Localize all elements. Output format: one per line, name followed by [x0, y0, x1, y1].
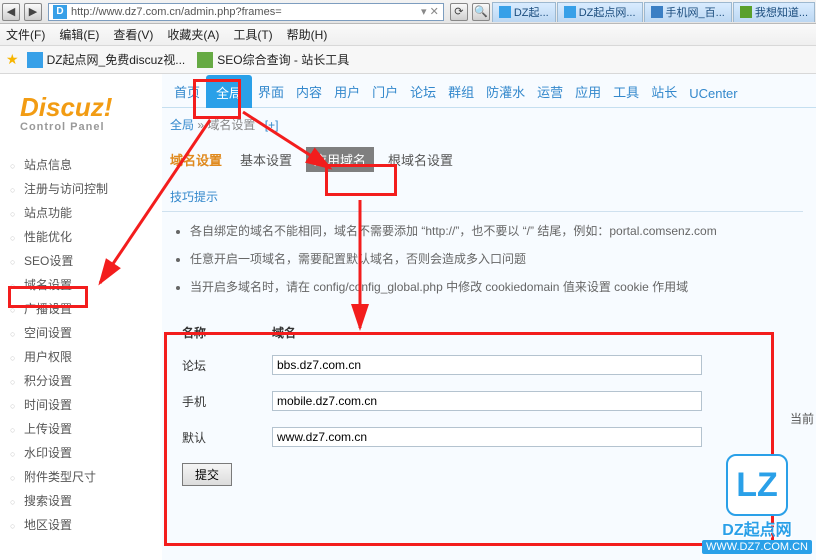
sidebar-item[interactable]: 空间设置 [0, 321, 162, 345]
sidebar-item[interactable]: 地区设置 [0, 513, 162, 537]
browser-tab[interactable]: DZ起... [492, 2, 556, 22]
nav-item[interactable]: 用户 [334, 82, 360, 101]
nav-home[interactable]: 首页 [174, 82, 200, 101]
breadcrumb-link[interactable]: 全局 [170, 118, 194, 132]
watermark-name: DZ起点网 [702, 516, 812, 540]
sidebar-item[interactable]: 注册与访问控制 [0, 177, 162, 201]
sidebar-item[interactable]: 性能优化 [0, 225, 162, 249]
watermark-logo-icon: LZ [726, 454, 788, 516]
sidebar-item[interactable]: 广播设置 [0, 297, 162, 321]
form-row-mobile: 手机 [182, 391, 742, 411]
sidebar-list: 站点信息 注册与访问控制 站点功能 性能优化 SEO设置 域名设置 广播设置 空… [0, 153, 162, 537]
tip-item: 任意开启一项域名，需要配置默认域名，否则会造成多入口问题 [190, 246, 796, 272]
row-label: 论坛 [182, 357, 272, 374]
sidebar-item[interactable]: 上传设置 [0, 417, 162, 441]
bookmark-item[interactable]: DZ起点网_免费discuz视... [27, 51, 186, 68]
domain-input-bbs[interactable] [272, 355, 702, 375]
sidebar-item[interactable]: 积分设置 [0, 369, 162, 393]
nav-item[interactable]: 站长 [651, 82, 677, 101]
sidebar-item[interactable]: SEO设置 [0, 249, 162, 273]
watermark: LZ DZ起点网 WWW.DZ7.COM.CN [702, 454, 812, 554]
sidebar-item[interactable]: 站点信息 [0, 153, 162, 177]
menu-view[interactable]: 查看(V) [113, 26, 153, 43]
discuz-logo: Discuz! Control Panel [0, 92, 162, 133]
bookmark-bar: ★ DZ起点网_免费discuz视... SEO综合查询 - 站长工具 [0, 46, 816, 74]
sidebar-item[interactable]: 附件类型尺寸 [0, 465, 162, 489]
nav-item[interactable]: 内容 [296, 82, 322, 101]
breadcrumb-plus[interactable]: [+] [265, 118, 279, 132]
browser-tab[interactable]: 手机网_百... [644, 2, 732, 22]
tip-item: 当开启多域名时，请在 config/config_global.php 中修改 … [190, 274, 796, 300]
browser-address-bar: ◀ ▶ D http://www.dz7.com.cn/admin.php?fr… [0, 0, 816, 24]
menu-tools[interactable]: 工具(T) [233, 26, 272, 43]
domain-form: 名称 域名 论坛 手机 默认 提交 [162, 310, 762, 486]
nav-item[interactable]: 运营 [537, 82, 563, 101]
form-row-default: 默认 [182, 427, 742, 447]
nav-item[interactable]: 群组 [448, 82, 474, 101]
tips-heading: 技巧提示 [162, 172, 803, 212]
tip-item: 各自绑定的域名不能相同，域名不需要添加 “http://”，也不要以 “/” 结… [190, 218, 796, 244]
domain-input-default[interactable] [272, 427, 702, 447]
domain-input-mobile[interactable] [272, 391, 702, 411]
site-favicon-icon: D [53, 5, 67, 19]
extra-label: 当前 [790, 410, 814, 427]
nav-item[interactable]: 工具 [613, 82, 639, 101]
nav-item[interactable]: 应用 [575, 82, 601, 101]
browser-menu-bar: 文件(F) 编辑(E) 查看(V) 收藏夹(A) 工具(T) 帮助(H) [0, 24, 816, 46]
breadcrumb: 全局 » 域名设置 [+] [162, 108, 816, 141]
nav-back-icon[interactable]: ◀ [2, 3, 20, 21]
nav-item[interactable]: 防灌水 [486, 82, 525, 101]
sidebar-item-domain[interactable]: 域名设置 [0, 273, 162, 297]
sidebar-item[interactable]: 搜索设置 [0, 489, 162, 513]
sidebar-item[interactable]: 水印设置 [0, 441, 162, 465]
subtab-basic[interactable]: 基本设置 [240, 150, 292, 169]
nav-ucenter[interactable]: UCenter [689, 86, 737, 101]
top-nav: 首页 全局 界面 内容 用户 门户 论坛 群组 防灌水 运营 应用 工具 站长 … [162, 74, 816, 108]
nav-item[interactable]: 界面 [258, 82, 284, 101]
sidebar-item[interactable]: 用户权限 [0, 345, 162, 369]
browser-tabs: DZ起... DZ起点网... 手机网_百... 我想知道... [492, 2, 816, 22]
url-text: http://www.dz7.com.cn/admin.php?frames= [71, 6, 282, 18]
nav-item[interactable]: 门户 [372, 82, 398, 101]
search-icon[interactable]: 🔍 [472, 3, 490, 21]
menu-edit[interactable]: 编辑(E) [59, 26, 99, 43]
watermark-url: WWW.DZ7.COM.CN [702, 540, 812, 554]
browser-tab[interactable]: DZ起点网... [557, 2, 643, 22]
refresh-icon[interactable]: ⟳ [450, 3, 468, 21]
row-label: 手机 [182, 393, 272, 410]
nav-item[interactable]: 论坛 [410, 82, 436, 101]
browser-tab[interactable]: 我想知道... [733, 2, 815, 22]
subtab-app-domain[interactable]: 应用域名 [306, 147, 374, 172]
form-row-bbs: 论坛 [182, 355, 742, 375]
nav-global-active[interactable]: 全局 [206, 75, 252, 108]
row-label: 默认 [182, 429, 272, 446]
subtab-root-domain[interactable]: 根域名设置 [388, 150, 453, 169]
form-header: 名称 域名 [182, 324, 742, 341]
nav-forward-icon[interactable]: ▶ [24, 3, 42, 21]
tips-list: 各自绑定的域名不能相同，域名不需要添加 “http://”，也不要以 “/” 结… [162, 218, 816, 310]
sub-tabs: 域名设置 基本设置 应用域名 根域名设置 [162, 141, 816, 172]
sidebar-item[interactable]: 站点功能 [0, 201, 162, 225]
menu-favorites[interactable]: 收藏夹(A) [167, 26, 219, 43]
url-field[interactable]: D http://www.dz7.com.cn/admin.php?frames… [48, 3, 444, 21]
page-title: 域名设置 [170, 150, 222, 169]
bookmark-item[interactable]: SEO综合查询 - 站长工具 [197, 51, 349, 68]
menu-file[interactable]: 文件(F) [6, 26, 45, 43]
favorites-star-icon[interactable]: ★ [6, 51, 19, 68]
sidebar: Discuz! Control Panel 站点信息 注册与访问控制 站点功能 … [0, 74, 162, 560]
breadcrumb-current: 域名设置 [207, 118, 255, 132]
menu-help[interactable]: 帮助(H) [287, 26, 328, 43]
submit-button[interactable]: 提交 [182, 463, 232, 486]
sidebar-item[interactable]: 时间设置 [0, 393, 162, 417]
